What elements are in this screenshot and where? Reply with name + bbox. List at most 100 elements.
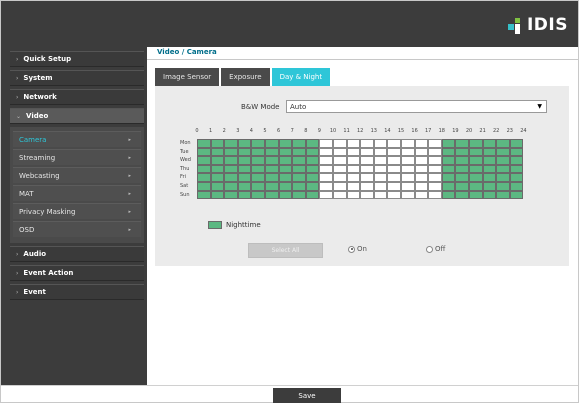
schedule-cell[interactable] xyxy=(197,190,211,200)
sidebar-item-quick-setup[interactable]: › Quick Setup xyxy=(10,51,144,67)
schedule-cell[interactable] xyxy=(292,182,306,191)
schedule-cell[interactable] xyxy=(428,156,442,165)
schedule-cell[interactable] xyxy=(428,173,442,182)
schedule-cell[interactable] xyxy=(333,147,347,157)
schedule-cell[interactable] xyxy=(496,182,510,191)
schedule-cell[interactable] xyxy=(278,164,293,174)
schedule-cell[interactable] xyxy=(197,173,211,182)
schedule-cell[interactable] xyxy=(265,190,279,200)
sidebar-subitem-camera[interactable]: Camera ▸ xyxy=(13,131,141,147)
schedule-cell[interactable] xyxy=(333,182,347,191)
schedule-cell[interactable] xyxy=(496,139,510,148)
schedule-cell[interactable] xyxy=(428,164,442,174)
sidebar-subitem-mat[interactable]: MAT ▸ xyxy=(13,185,141,201)
schedule-cell[interactable] xyxy=(251,147,265,157)
schedule-cell[interactable] xyxy=(305,190,320,200)
select-all-button[interactable]: Select All xyxy=(248,243,323,258)
schedule-cell[interactable] xyxy=(455,164,469,174)
schedule-cell[interactable] xyxy=(197,147,211,157)
schedule-cell[interactable] xyxy=(333,139,347,148)
schedule-cell[interactable] xyxy=(428,147,442,157)
schedule-cell[interactable] xyxy=(224,182,238,191)
schedule-cell[interactable] xyxy=(265,139,279,148)
schedule-cell[interactable] xyxy=(428,139,442,148)
schedule-cell[interactable] xyxy=(469,182,483,191)
schedule-cell[interactable] xyxy=(197,182,211,191)
schedule-cell[interactable] xyxy=(482,182,497,191)
schedule-cell[interactable] xyxy=(346,190,361,200)
schedule-cell[interactable] xyxy=(360,139,374,148)
schedule-cell[interactable] xyxy=(387,147,401,157)
schedule-cell[interactable] xyxy=(373,139,388,148)
schedule-cell[interactable] xyxy=(346,139,361,148)
schedule-cell[interactable] xyxy=(373,190,388,200)
schedule-cell[interactable] xyxy=(278,190,293,200)
schedule-cell[interactable] xyxy=(469,164,483,174)
schedule-cell[interactable] xyxy=(373,147,388,157)
schedule-cell[interactable] xyxy=(482,147,497,157)
schedule-cell[interactable] xyxy=(251,139,265,148)
schedule-cell[interactable] xyxy=(251,182,265,191)
schedule-cell[interactable] xyxy=(455,190,469,200)
schedule-cell[interactable] xyxy=(333,190,347,200)
bw-mode-select[interactable]: Auto ▼ xyxy=(286,100,547,113)
schedule-cell[interactable] xyxy=(373,182,388,191)
schedule-cell[interactable] xyxy=(278,182,293,191)
sidebar-subitem-streaming[interactable]: Streaming ▸ xyxy=(13,149,141,165)
schedule-cell[interactable] xyxy=(482,190,497,200)
schedule-cell[interactable] xyxy=(373,173,388,182)
schedule-cell[interactable] xyxy=(441,164,456,174)
schedule-cell[interactable] xyxy=(210,147,225,157)
schedule-cell[interactable] xyxy=(305,182,320,191)
schedule-cell[interactable] xyxy=(401,147,415,157)
schedule-cell[interactable] xyxy=(387,164,401,174)
schedule-cell[interactable] xyxy=(401,156,415,165)
schedule-cell[interactable] xyxy=(401,139,415,148)
schedule-cell[interactable] xyxy=(346,182,361,191)
schedule-cell[interactable] xyxy=(319,139,333,148)
schedule-cell[interactable] xyxy=(428,182,442,191)
schedule-cell[interactable] xyxy=(455,147,469,157)
schedule-cell[interactable] xyxy=(197,139,211,148)
schedule-cell[interactable] xyxy=(469,190,483,200)
sidebar-item-video[interactable]: ⌄ Video xyxy=(10,108,144,124)
sidebar-subitem-privacy-masking[interactable]: Privacy Masking ▸ xyxy=(13,203,141,219)
schedule-cell[interactable] xyxy=(197,164,211,174)
schedule-cell[interactable] xyxy=(319,147,333,157)
schedule-cell[interactable] xyxy=(292,164,306,174)
schedule-cell[interactable] xyxy=(237,139,252,148)
schedule-cell[interactable] xyxy=(319,182,333,191)
schedule-cell[interactable] xyxy=(414,164,429,174)
schedule-cell[interactable] xyxy=(441,147,456,157)
schedule-cell[interactable] xyxy=(210,190,225,200)
schedule-cell[interactable] xyxy=(414,190,429,200)
schedule-cell[interactable] xyxy=(251,164,265,174)
schedule-cell[interactable] xyxy=(210,173,225,182)
schedule-cell[interactable] xyxy=(496,156,510,165)
schedule-cell[interactable] xyxy=(401,190,415,200)
schedule-cell[interactable] xyxy=(237,173,252,182)
schedule-cell[interactable] xyxy=(482,156,497,165)
schedule-cell[interactable] xyxy=(265,173,279,182)
schedule-cell[interactable] xyxy=(496,164,510,174)
schedule-cell[interactable] xyxy=(496,190,510,200)
schedule-cell[interactable] xyxy=(197,156,211,165)
schedule-cell[interactable] xyxy=(482,173,497,182)
schedule-cell[interactable] xyxy=(496,173,510,182)
schedule-cell[interactable] xyxy=(333,164,347,174)
schedule-cell[interactable] xyxy=(305,139,320,148)
schedule-cell[interactable] xyxy=(360,190,374,200)
schedule-cell[interactable] xyxy=(414,173,429,182)
schedule-cell[interactable] xyxy=(387,139,401,148)
schedule-cell[interactable] xyxy=(509,164,524,174)
schedule-cell[interactable] xyxy=(224,190,238,200)
schedule-cell[interactable] xyxy=(441,182,456,191)
tab-exposure[interactable]: Exposure xyxy=(221,68,270,86)
schedule-cell[interactable] xyxy=(333,173,347,182)
schedule-cell[interactable] xyxy=(346,147,361,157)
schedule-cell[interactable] xyxy=(265,156,279,165)
schedule-cell[interactable] xyxy=(305,147,320,157)
schedule-cell[interactable] xyxy=(387,190,401,200)
schedule-cell[interactable] xyxy=(469,173,483,182)
schedule-cell[interactable] xyxy=(210,156,225,165)
